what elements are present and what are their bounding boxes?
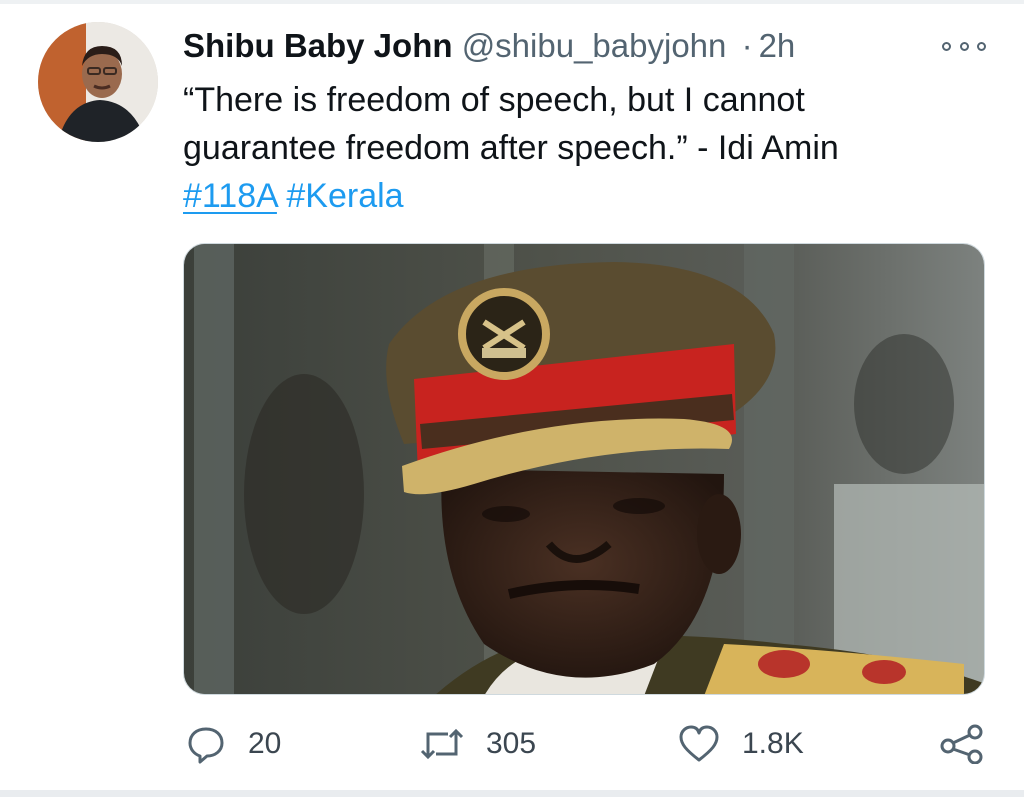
tweet-image[interactable] (183, 243, 985, 695)
avatar-photo (38, 22, 158, 142)
author-display-name[interactable]: Shibu Baby John (183, 27, 453, 64)
tweet-timestamp[interactable]: 2h (759, 27, 796, 64)
tweet-hashtags: #118A #Kerala (183, 172, 943, 220)
tweet-text: “There is freedom of speech, but I canno… (183, 76, 943, 220)
share-button[interactable] (940, 716, 984, 772)
like-heart-icon (679, 725, 719, 762)
more-dot (977, 41, 986, 51)
retweet-icon (420, 728, 464, 760)
share-icon (940, 724, 983, 764)
reply-count: 20 (248, 727, 282, 760)
tweet-text-line-1: “There is freedom of speech, but I canno… (183, 81, 805, 119)
top-divider (0, 0, 1024, 4)
reply-button[interactable]: 20 (186, 716, 281, 772)
retweet-count: 305 (486, 727, 537, 760)
bottom-divider (0, 790, 1024, 797)
like-count: 1.8K (742, 727, 804, 760)
retweet-button[interactable]: 305 (420, 716, 536, 772)
tweet-text-line-2: guarantee freedom after speech.” - Idi A… (183, 129, 839, 167)
more-options-icon[interactable] (942, 34, 986, 58)
more-dot (942, 41, 951, 51)
reply-icon (188, 727, 224, 764)
author-avatar[interactable] (38, 22, 158, 142)
tweet-actions-bar: 20 305 1.8K (0, 716, 1024, 772)
military-officer-photo (184, 244, 984, 694)
more-dot (959, 41, 969, 51)
hashtag-kerala-link[interactable]: #Kerala (286, 177, 403, 215)
tweet-header: Shibu Baby John @shibu_babyjohn · 2h (183, 24, 795, 68)
hashtag-118a-link[interactable]: #118A (183, 177, 277, 215)
author-handle[interactable]: @shibu_babyjohn (462, 27, 727, 64)
header-separator: · (741, 27, 753, 64)
like-button[interactable]: 1.8K (678, 716, 804, 772)
